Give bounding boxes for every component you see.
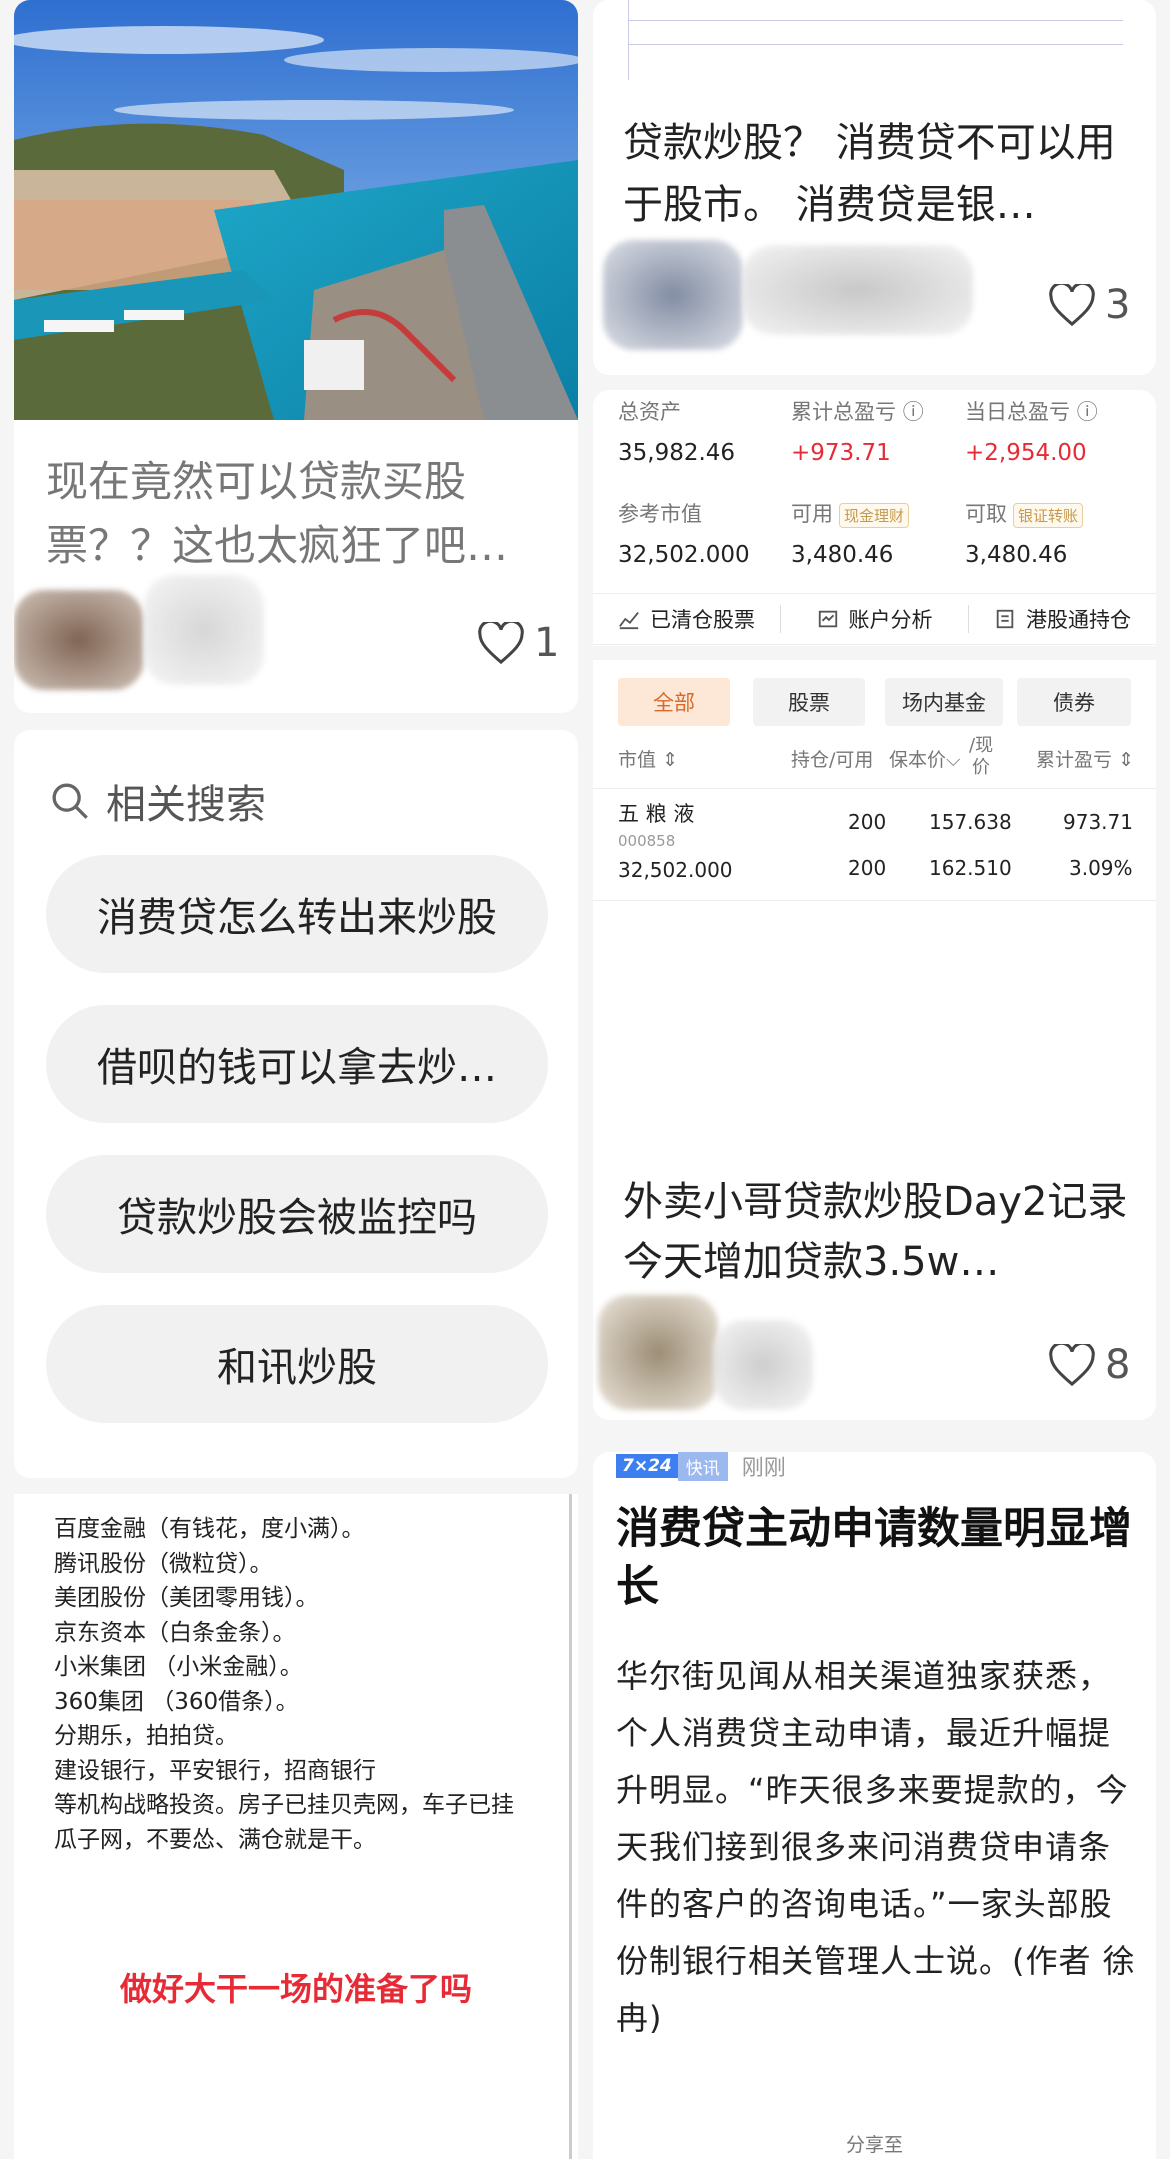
like-button[interactable]: 8 xyxy=(1049,1342,1130,1388)
related-search-item[interactable]: 消费贷怎么转出来炒股 xyxy=(46,855,548,973)
news-badge-main: 7×24 xyxy=(616,1454,678,1478)
like-count: 8 xyxy=(1105,1342,1131,1388)
post-card-loan[interactable]: 贷款炒股？ 消费贷不可以用于股市。 消费贷是银… 3 xyxy=(593,0,1156,375)
sort-icon: ⇕ xyxy=(1118,749,1134,771)
like-count: 1 xyxy=(534,620,560,666)
ruled-line xyxy=(628,20,1123,21)
market-value-label: 参考市值 xyxy=(618,502,702,526)
blurred-username xyxy=(713,1320,813,1410)
available-value: 3,480.46 xyxy=(791,542,894,568)
related-search-heading: 相关搜索 xyxy=(50,772,266,830)
holding-code: 000858 xyxy=(618,832,676,850)
news-body: 华尔街见闻从相关渠道独家获悉，个人消费贷主动申请，最近升幅提升明显。“昨天很多来… xyxy=(616,1657,1136,2037)
post-card-news[interactable]: 7×24 快讯 刚刚 消费贷主动申请数量明显增长 华尔街见闻从相关渠道独家获悉，… xyxy=(593,1452,1156,2159)
related-search-item[interactable]: 贷款炒股会被监控吗 xyxy=(46,1155,548,1273)
analysis-icon xyxy=(818,610,837,628)
holding-available: 200 xyxy=(848,856,887,880)
cash-management-tag[interactable]: 现金理财 xyxy=(839,502,910,528)
related-search-item[interactable]: 和讯炒股 xyxy=(46,1305,548,1423)
related-search-card: 相关搜索 消费贷怎么转出来炒股 借呗的钱可以拿去炒… 贷款炒股会被监控吗 和讯炒… xyxy=(14,730,578,1478)
layers-icon xyxy=(996,609,1014,629)
blurred-username xyxy=(743,245,973,335)
filter-etf[interactable]: 场内基金 xyxy=(885,678,1003,726)
holding-name[interactable]: 五 粮 液 xyxy=(618,798,694,828)
ruled-line xyxy=(628,0,629,80)
related-search-item[interactable]: 借呗的钱可以拿去炒… xyxy=(46,1005,548,1123)
daily-pl-value: +2,954.00 xyxy=(965,440,1087,466)
holding-market-value: 32,502.000 xyxy=(618,858,733,882)
withdrawable-value: 3,480.46 xyxy=(965,542,1068,568)
withdrawable-label: 可取 银证转账 xyxy=(965,498,1084,528)
info-icon: ⓘ xyxy=(902,400,924,424)
header-market-value[interactable]: 市值 ⇕ xyxy=(618,745,678,772)
broker-tab-bar: 已清仓股票 账户分析 港股通持仓 xyxy=(593,593,1156,645)
news-time: 刚刚 xyxy=(741,1456,786,1481)
blurred-username xyxy=(144,575,264,685)
post-card-broker-screenshot[interactable]: 总资产 35,982.46 累计总盈亏 ⓘ +973.71 当日总盈亏 ⓘ +2… xyxy=(593,390,1156,1420)
document-divider xyxy=(569,1494,572,2159)
post-card-document[interactable]: 百度金融（有钱花，度小满）。 腾讯股份（微粒贷）。 美团股份（美团零用钱）。 京… xyxy=(14,1494,578,2159)
heart-icon xyxy=(478,622,524,664)
heart-icon xyxy=(1049,284,1095,326)
blurred-avatar xyxy=(598,1295,718,1410)
like-button[interactable]: 3 xyxy=(1049,282,1130,328)
holding-position: 200 xyxy=(848,810,887,834)
chevron-down-icon: ⌵ xyxy=(946,749,961,771)
total-assets-label: 总资产 xyxy=(618,400,681,424)
post-title[interactable]: 外卖小哥贷款炒股Day2记录 今天增加贷款3.5w… xyxy=(623,1172,1133,1292)
like-count: 3 xyxy=(1105,282,1131,328)
post-card-nice[interactable]: 现在竟然可以贷款买股票？？这也太疯狂了吧… 1 xyxy=(14,0,578,713)
post-photo xyxy=(14,0,578,420)
holding-price: 162.510 xyxy=(929,856,1012,880)
news-badge-sub: 快讯 xyxy=(677,1452,728,1481)
tab-cleared-stocks[interactable]: 已清仓股票 xyxy=(593,605,781,633)
holding-pl: 973.71 xyxy=(1063,810,1133,834)
filter-all[interactable]: 全部 xyxy=(618,678,730,726)
news-badge: 7×24 快讯 刚刚 xyxy=(616,1452,786,1481)
cumulative-pl-label: 累计总盈亏 ⓘ xyxy=(791,400,924,424)
share-label[interactable]: 分享至 xyxy=(593,2130,1156,2157)
market-value-value: 32,502.000 xyxy=(618,542,750,568)
tab-account-analysis[interactable]: 账户分析 xyxy=(781,605,969,633)
holding-cost: 157.638 xyxy=(929,810,1012,834)
cumulative-pl-value: +973.71 xyxy=(791,440,891,466)
like-button[interactable]: 1 xyxy=(478,620,559,666)
tab-hk-connect-holdings[interactable]: 港股通持仓 xyxy=(969,605,1156,633)
chart-line-icon xyxy=(619,612,639,630)
filter-bonds[interactable]: 债券 xyxy=(1017,678,1131,726)
daily-pl-label: 当日总盈亏 ⓘ xyxy=(965,400,1098,424)
blurred-avatar xyxy=(603,240,743,350)
document-text: 百度金融（有钱花，度小满）。 腾讯股份（微粒贷）。 美团股份（美团零用钱）。 京… xyxy=(54,1516,514,1853)
header-cumulative-pl[interactable]: 累计盈亏 ⇕ xyxy=(1036,745,1134,772)
post-title[interactable]: 贷款炒股？ 消费贷不可以用于股市。 消费贷是银… xyxy=(623,112,1133,236)
filter-stocks[interactable]: 股票 xyxy=(753,678,865,726)
divider xyxy=(593,788,1156,789)
news-headline: 消费贷主动申请数量明显增长 xyxy=(616,1504,1132,1612)
header-price[interactable]: /现价 xyxy=(969,735,993,779)
holding-pl-percent: 3.09% xyxy=(1069,856,1133,880)
info-icon: ⓘ xyxy=(1076,400,1098,424)
search-icon xyxy=(52,783,88,819)
blurred-avatar xyxy=(14,590,144,690)
section-gap xyxy=(593,646,1156,660)
header-position[interactable]: 持仓/可用 xyxy=(791,745,873,772)
sort-icon: ⇕ xyxy=(662,749,678,771)
header-cost[interactable]: 保本价⌵ xyxy=(889,745,960,772)
total-assets-value: 35,982.46 xyxy=(618,440,736,466)
bank-transfer-tag[interactable]: 银证转账 xyxy=(1013,502,1084,528)
ruled-line xyxy=(628,44,1123,45)
divider xyxy=(593,900,1156,901)
post-title[interactable]: 现在竟然可以贷款买股票？？这也太疯狂了吧… xyxy=(46,450,546,578)
available-label: 可用 现金理财 xyxy=(791,498,910,528)
document-red-callout: 做好大干一场的准备了吗 xyxy=(119,1970,472,2008)
heart-icon xyxy=(1049,1344,1095,1386)
